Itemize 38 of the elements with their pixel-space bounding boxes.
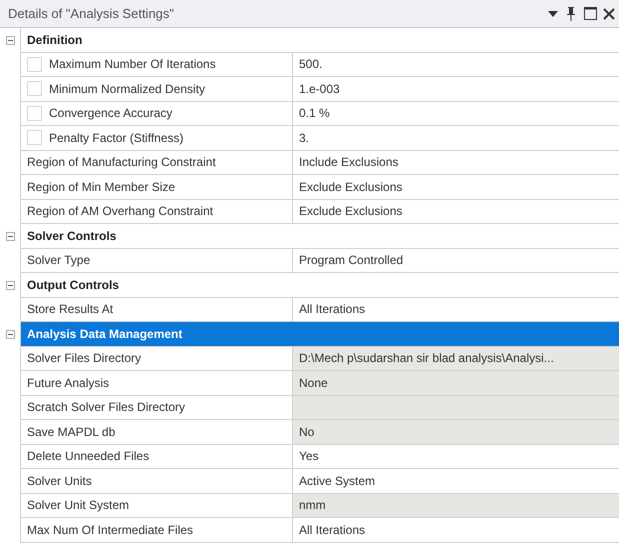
property-label: Region of Min Member Size (27, 178, 176, 196)
property-value[interactable]: None (293, 371, 619, 394)
parameter-checkbox[interactable] (27, 56, 42, 72)
section-header[interactable]: Output Controls (20, 273, 619, 298)
section-header[interactable]: Solver Controls (20, 224, 619, 248)
property-label: Store Results At (27, 301, 114, 318)
property-value[interactable]: D:\Mech p\sudarshan sir blad analysis\Analysi... (293, 346, 619, 370)
property-label: Region of AM Overhang Constraint (27, 203, 214, 220)
dropdown-icon[interactable] (548, 10, 558, 16)
parameter-checkbox[interactable] (27, 81, 42, 96)
property-label: Solver Unit System (27, 497, 130, 514)
section-header[interactable]: Analysis Data Management (20, 322, 619, 346)
property-value[interactable]: nmm (293, 494, 619, 517)
section-header[interactable]: Definition (20, 28, 619, 52)
property-value[interactable]: No (293, 420, 619, 444)
property-label: Scratch Solver Files Directory (27, 399, 186, 416)
parameter-checkbox[interactable] (27, 106, 42, 121)
maximize-icon[interactable] (584, 7, 597, 20)
property-label: Minimum Normalized Density (49, 80, 206, 98)
collapse-icon[interactable] (6, 330, 14, 339)
property-label: Penalty Factor (Stiffness) (49, 130, 184, 147)
close-icon[interactable] (603, 8, 615, 20)
collapse-icon[interactable] (6, 280, 14, 290)
parameter-checkbox[interactable] (27, 130, 42, 146)
property-label: Solver Units (27, 472, 92, 490)
property-label: Max Num Of Intermediate Files (27, 522, 194, 539)
property-label: Solver Type (27, 252, 90, 270)
collapse-icon[interactable] (6, 36, 14, 45)
property-label: Maximum Number Of Iterations (49, 56, 216, 74)
property-label: Region of Manufacturing Constraint (27, 154, 216, 172)
collapse-icon[interactable] (6, 232, 14, 241)
property-label: Delete Unneeded Files (27, 448, 150, 466)
property-label: Solver Files Directory (27, 350, 142, 368)
pin-icon[interactable] (566, 6, 576, 20)
property-label: Save MAPDL db (27, 424, 116, 441)
window-title: Details of "Analysis Settings" (8, 4, 174, 23)
property-label: Convergence Accuracy (49, 105, 172, 122)
property-label: Future Analysis (27, 374, 110, 392)
